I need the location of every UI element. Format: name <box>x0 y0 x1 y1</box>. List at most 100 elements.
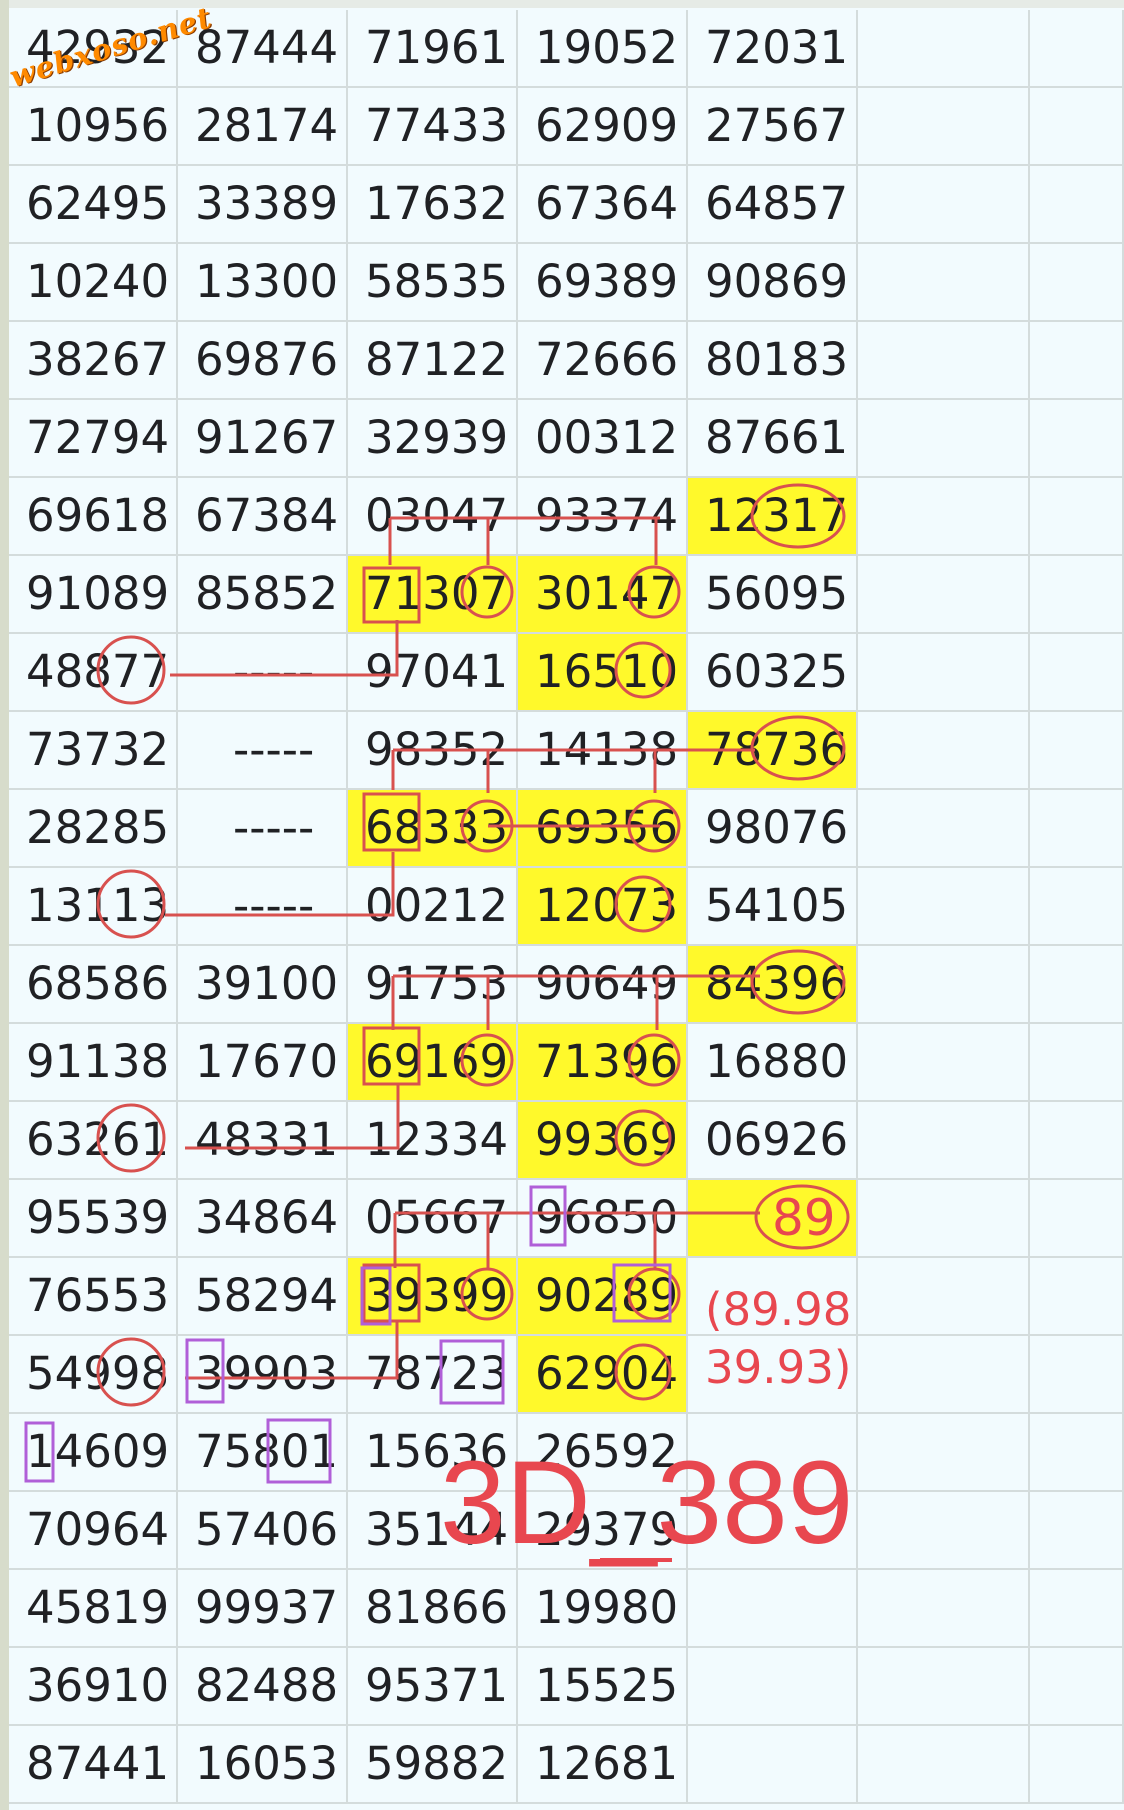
result-cell: ----- <box>178 712 348 790</box>
result-cell: 71396 <box>518 1024 688 1102</box>
result-cell: 69169 <box>348 1024 518 1102</box>
empty-cell <box>1030 790 1124 868</box>
result-cell: 16880 <box>688 1024 858 1102</box>
result-cell: 82488 <box>178 1648 348 1726</box>
result-cell: 15525 <box>518 1648 688 1726</box>
result-cell: 16510 <box>518 634 688 712</box>
empty-cell <box>858 868 1030 946</box>
result-cell: 14609 <box>9 1414 178 1492</box>
result-cell: 12073 <box>518 868 688 946</box>
prediction-text: 3D_389 <box>440 1437 854 1569</box>
result-cell: 28285 <box>9 790 178 868</box>
result-cell: ----- <box>178 634 348 712</box>
empty-cell <box>1030 1414 1124 1492</box>
empty-cell <box>858 712 1030 790</box>
result-cell: 14138 <box>518 712 688 790</box>
result-cell: 06926 <box>688 1102 858 1180</box>
empty-cell <box>1030 166 1124 244</box>
empty-cell <box>1030 400 1124 478</box>
empty-cell <box>1030 1336 1124 1414</box>
result-cell: 12317 <box>688 478 858 556</box>
result-cell: 76553 <box>9 1258 178 1336</box>
empty-cell <box>858 1024 1030 1102</box>
empty-cell <box>1030 322 1124 400</box>
result-cell: 33389 <box>178 166 348 244</box>
result-cell: 17632 <box>348 166 518 244</box>
empty-cell <box>858 1336 1030 1414</box>
empty-cell <box>858 244 1030 322</box>
result-cell: 84396 <box>688 946 858 1024</box>
result-cell: 75801 <box>178 1414 348 1492</box>
result-cell: 91138 <box>9 1024 178 1102</box>
annotation-note-line-1: (89.98 <box>705 1283 852 1336</box>
result-cell: 59882 <box>348 1726 518 1804</box>
empty-cell <box>1030 1726 1124 1804</box>
empty-cell <box>858 1492 1030 1570</box>
result-cell: ----- <box>178 790 348 868</box>
empty-cell <box>858 322 1030 400</box>
result-cell: 99369 <box>518 1102 688 1180</box>
result-cell: 93374 <box>518 478 688 556</box>
result-cell <box>688 1648 858 1726</box>
result-cell: 54105 <box>688 868 858 946</box>
empty-cell <box>858 1102 1030 1180</box>
result-cell: 77433 <box>348 88 518 166</box>
annotation-note-line-2: 39.93) <box>705 1341 852 1394</box>
result-cell: 45819 <box>9 1570 178 1648</box>
result-cell: 98352 <box>348 712 518 790</box>
result-cell: 96850 <box>518 1180 688 1258</box>
result-cell: 39100 <box>178 946 348 1024</box>
result-cell: 87661 <box>688 400 858 478</box>
result-cell: 97041 <box>348 634 518 712</box>
result-cell: 64857 <box>688 166 858 244</box>
empty-cell <box>1030 1024 1124 1102</box>
result-cell: 78723 <box>348 1336 518 1414</box>
result-cell: 72666 <box>518 322 688 400</box>
result-cell: 72794 <box>9 400 178 478</box>
result-cell: 91753 <box>348 946 518 1024</box>
result-cell: 38267 <box>9 322 178 400</box>
result-cell: 39399 <box>348 1258 518 1336</box>
result-cell: 68333 <box>348 790 518 868</box>
result-cell: 36910 <box>9 1648 178 1726</box>
result-cell: 19980 <box>518 1570 688 1648</box>
result-cell: 95371 <box>348 1648 518 1726</box>
empty-cell <box>1030 634 1124 712</box>
result-cell: 00312 <box>518 400 688 478</box>
result-cell: 39903 <box>178 1336 348 1414</box>
result-cell: 12334 <box>348 1102 518 1180</box>
result-cell: 13300 <box>178 244 348 322</box>
result-cell: 78736 <box>688 712 858 790</box>
empty-cell <box>1030 1102 1124 1180</box>
empty-cell <box>1030 10 1124 88</box>
pair-number: 89 <box>772 1189 836 1247</box>
result-cell: 90869 <box>688 244 858 322</box>
result-cell: 34864 <box>178 1180 348 1258</box>
result-cell: 87122 <box>348 322 518 400</box>
result-cell: 28174 <box>178 88 348 166</box>
empty-cell <box>858 400 1030 478</box>
prediction-underline <box>600 1558 672 1562</box>
result-cell: 62495 <box>9 166 178 244</box>
result-cell: 30147 <box>518 556 688 634</box>
result-cell: 57406 <box>178 1492 348 1570</box>
result-cell: 98076 <box>688 790 858 868</box>
empty-cell <box>1030 478 1124 556</box>
empty-cell <box>858 88 1030 166</box>
result-cell: 91267 <box>178 400 348 478</box>
result-cell: 81866 <box>348 1570 518 1648</box>
result-cell: 67384 <box>178 478 348 556</box>
result-cell: 62904 <box>518 1336 688 1414</box>
result-cell: 68586 <box>9 946 178 1024</box>
result-cell <box>688 1726 858 1804</box>
empty-cell <box>1030 1570 1124 1648</box>
result-cell: 90289 <box>518 1258 688 1336</box>
empty-cell <box>1030 1180 1124 1258</box>
empty-cell <box>1030 1648 1124 1726</box>
result-cell: 70964 <box>9 1492 178 1570</box>
result-cell: 69356 <box>518 790 688 868</box>
result-cell: 90649 <box>518 946 688 1024</box>
result-cell: 48877 <box>9 634 178 712</box>
result-cell: 69876 <box>178 322 348 400</box>
result-cell: 71961 <box>348 10 518 88</box>
